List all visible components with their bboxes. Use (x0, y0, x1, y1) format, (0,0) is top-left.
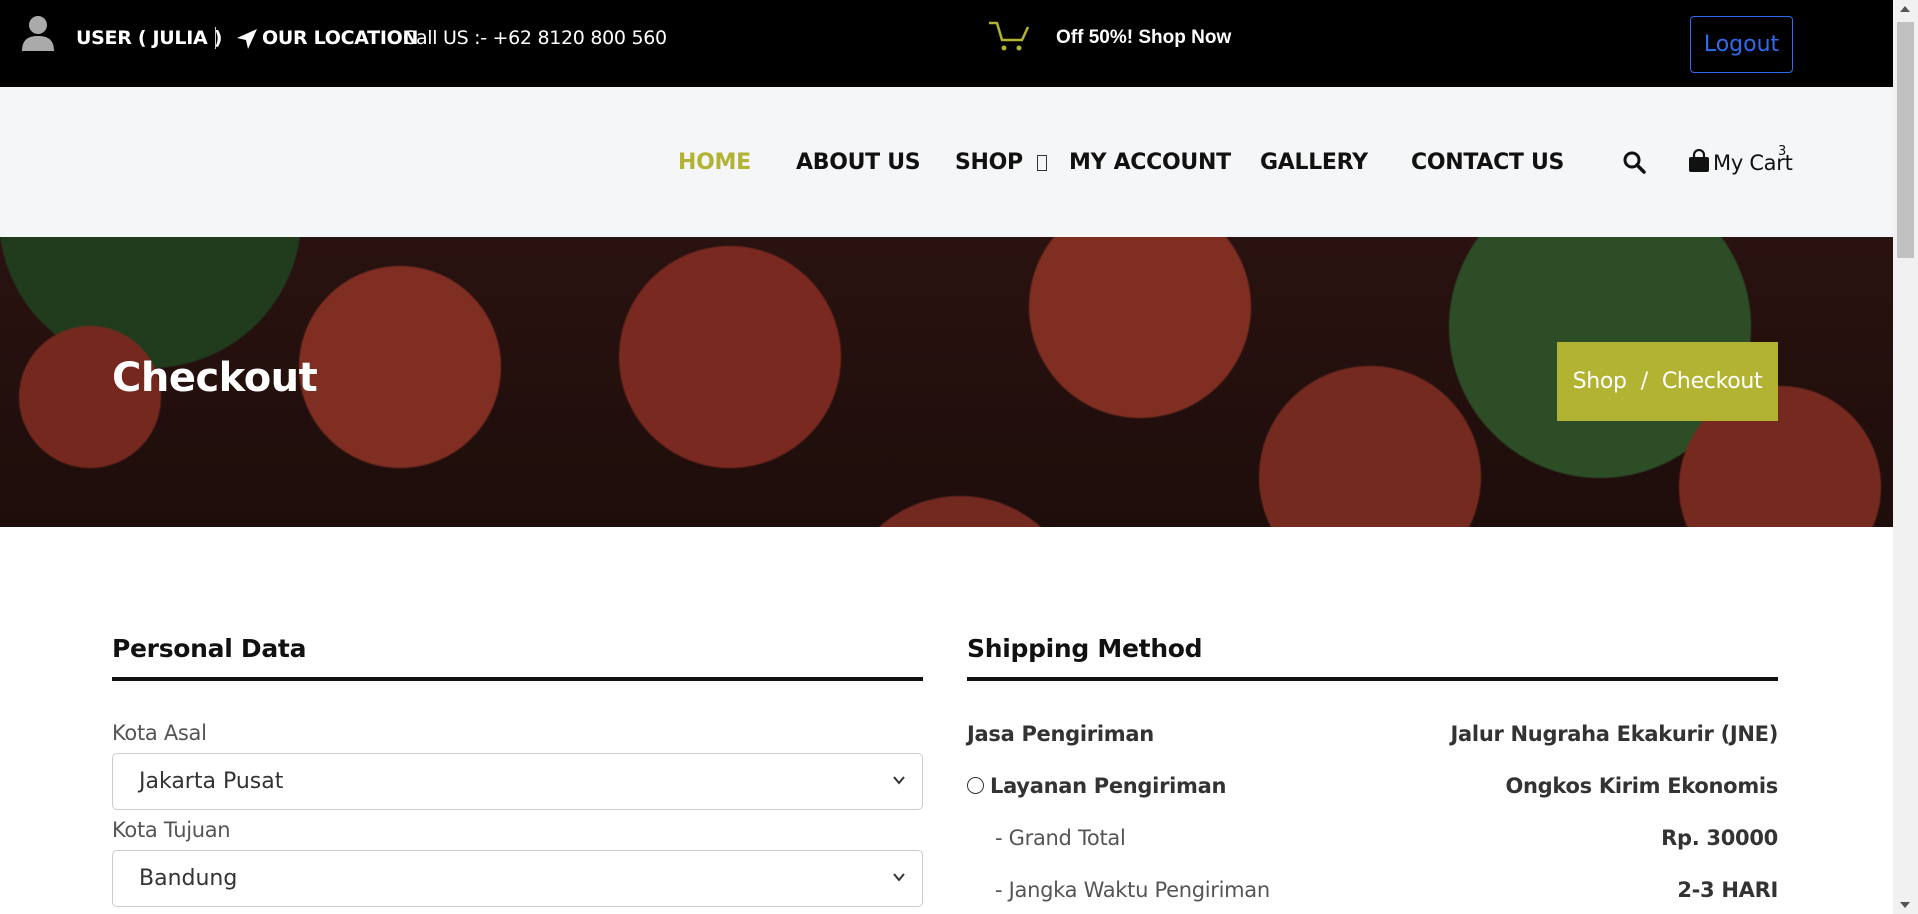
service-option[interactable]: Layanan Pengiriman (967, 774, 1226, 798)
service-label: Layanan Pengiriman (990, 774, 1227, 798)
origin-city-value: Jakarta Pusat (139, 769, 284, 794)
cart-count-badge: 3 (1778, 144, 1787, 159)
our-location-link[interactable]: OUR LOCATION (262, 27, 418, 49)
shopping-bag-icon[interactable] (1688, 149, 1710, 173)
breadcrumb-current: Checkout (1661, 369, 1763, 394)
breadcrumb: Shop / Checkout (1557, 342, 1778, 421)
origin-city-label: Kota Asal (112, 721, 207, 745)
page-title: Checkout (112, 355, 318, 401)
destination-city-value: Bandung (139, 866, 238, 891)
main-nav: HOME ABOUT US SHOP MY ACCOUNT GALLERY CO… (0, 87, 1893, 237)
nav-home[interactable]: HOME (678, 150, 751, 175)
user-icon[interactable] (20, 14, 56, 52)
search-icon[interactable] (1622, 150, 1646, 174)
personal-data-title: Personal Data (112, 634, 307, 663)
dropdown-caret-icon (1036, 155, 1047, 171)
grand-total-value: Rp. 30000 (1661, 826, 1778, 850)
nav-about-us[interactable]: ABOUT US (796, 150, 921, 175)
cart-promo-icon (989, 21, 1030, 51)
nav-contact-us[interactable]: CONTACT US (1411, 150, 1564, 175)
location-arrow-icon (237, 29, 257, 49)
page-scrollbar[interactable] (1893, 0, 1918, 914)
promo-link[interactable]: Off 50%! Shop Now (1056, 27, 1231, 49)
destination-city-select[interactable]: Bandung (112, 850, 923, 907)
origin-city-select[interactable]: Jakarta Pusat (112, 753, 923, 810)
delivery-time-label: - Jangka Waktu Pengiriman (995, 878, 1270, 902)
logout-button[interactable]: Logout (1690, 16, 1793, 73)
divider (215, 27, 216, 49)
call-us-text: Call US :- +62 8120 800 560 (403, 27, 667, 49)
top-bar: USER ( JULIA ) OUR LOCATION Call US :- +… (0, 0, 1893, 87)
service-radio[interactable] (967, 777, 984, 794)
destination-city-label: Kota Tujuan (112, 818, 231, 842)
delivery-time-value: 2-3 HARI (1677, 878, 1778, 902)
shipping-method-title: Shipping Method (967, 634, 1203, 663)
chevron-down-icon (893, 776, 905, 785)
nav-shop[interactable]: SHOP (955, 150, 1047, 175)
service-value: Ongkos Kirim Ekonomis (1505, 774, 1778, 798)
breadcrumb-separator: / (1640, 369, 1648, 394)
courier-value: Jalur Nugraha Ekakurir (JNE) (1450, 722, 1779, 746)
breadcrumb-shop-link[interactable]: Shop (1573, 369, 1627, 394)
scroll-down-icon[interactable] (1900, 902, 1910, 908)
nav-my-account[interactable]: MY ACCOUNT (1069, 150, 1231, 175)
user-label[interactable]: USER ( JULIA ) (76, 27, 222, 49)
section-divider (967, 677, 1778, 681)
nav-shop-label: SHOP (955, 150, 1023, 175)
courier-label: Jasa Pengiriman (967, 722, 1154, 746)
nav-gallery[interactable]: GALLERY (1260, 150, 1368, 175)
page-banner: Checkout Shop / Checkout (0, 237, 1893, 527)
scroll-up-icon[interactable] (1900, 6, 1910, 12)
section-divider (112, 677, 923, 681)
scroll-thumb[interactable] (1897, 22, 1914, 258)
chevron-down-icon (893, 873, 905, 882)
grand-total-label: - Grand Total (995, 826, 1126, 850)
